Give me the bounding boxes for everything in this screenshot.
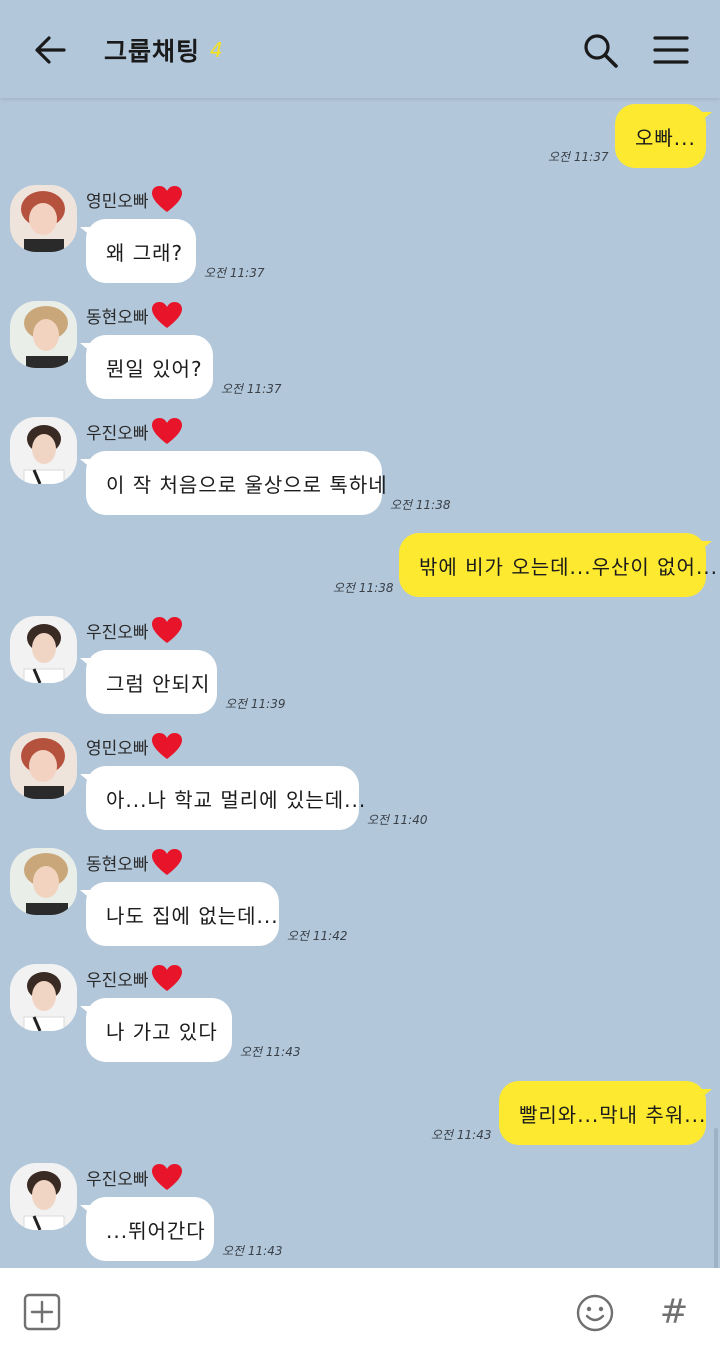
search-icon[interactable] [580, 30, 620, 70]
message-text: 나 가고 있다 [106, 1019, 218, 1044]
message-text: ...뛰어간다 [106, 1218, 206, 1243]
message-text: 그럼 안되지 [106, 671, 211, 696]
other-message-bubble[interactable]: 이 작 처음으로 울상으로 톡하네 [80, 451, 387, 515]
message-time: 오전 11:43 [222, 1244, 283, 1258]
sender-name-text: 우진오빠 [86, 423, 149, 444]
heart-icon [151, 733, 182, 759]
other-message-bubble[interactable]: 나도 집에 없는데... [80, 882, 279, 946]
avatar-woojin[interactable] [10, 417, 77, 484]
heart-icon [151, 418, 182, 444]
chat-area[interactable]: 오빠... 오전 11:37 영민오빠 왜 그래? 오전 11:37 동현오빠 … [0, 98, 720, 1354]
emoticon-icon[interactable] [574, 1292, 616, 1334]
menu-icon[interactable] [651, 30, 691, 70]
back-arrow-icon[interactable] [30, 30, 70, 70]
sender-name-text: 우진오빠 [86, 970, 149, 991]
heart-icon [151, 1164, 182, 1190]
message-time: 오전 11:38 [333, 581, 394, 595]
my-message-bubble[interactable]: 밖에 비가 오는데...우산이 없어... [399, 533, 717, 597]
avatar-donghyun[interactable] [10, 848, 77, 915]
sender-name: 동현오빠 [86, 849, 183, 875]
message-time: 오전 11:42 [287, 929, 348, 943]
sender-name: 우진오빠 [86, 418, 183, 444]
avatar-woojin[interactable] [10, 964, 77, 1031]
avatar-youngmin[interactable] [10, 732, 77, 799]
message-text: 밖에 비가 오는데...우산이 없어... [419, 554, 719, 579]
message-time: 오전 11:43 [240, 1045, 301, 1059]
message-text: 빨리와...막내 추워... [519, 1102, 707, 1127]
heart-icon [151, 965, 182, 991]
other-message-bubble[interactable]: 그럼 안되지 [80, 650, 217, 714]
message-text: 아...나 학교 멀리에 있는데... [106, 787, 367, 812]
heart-icon [151, 186, 182, 212]
avatar-youngmin[interactable] [10, 185, 77, 252]
other-message-bubble[interactable]: 아...나 학교 멀리에 있는데... [80, 766, 365, 830]
input-bar: # [0, 1268, 720, 1354]
chat-title: 그룹채팅 [104, 37, 201, 66]
chat-header: 그룹채팅 4 [0, 0, 720, 98]
avatar-woojin[interactable] [10, 616, 77, 683]
other-message-bubble[interactable]: 나 가고 있다 [80, 998, 232, 1062]
sender-name-text: 동현오빠 [86, 307, 149, 328]
other-message-bubble[interactable]: 왜 그래? [80, 219, 196, 283]
sender-name: 우진오빠 [86, 965, 183, 991]
message-time: 오전 11:37 [548, 150, 609, 164]
message-time: 오전 11:37 [221, 382, 282, 396]
sender-name-text: 영민오빠 [86, 191, 149, 212]
message-text: 뭔일 있어? [106, 356, 203, 381]
my-message-bubble[interactable]: 빨리와...막내 추워... [499, 1081, 712, 1145]
message-text: 왜 그래? [106, 240, 184, 265]
my-message-bubble[interactable]: 오빠... [615, 104, 712, 168]
sender-name-text: 우진오빠 [86, 622, 149, 643]
avatar-woojin[interactable] [10, 1163, 77, 1230]
other-message-bubble[interactable]: ...뛰어간다 [80, 1197, 214, 1261]
sender-name: 동현오빠 [86, 302, 183, 328]
message-time: 오전 11:37 [204, 266, 265, 280]
message-text: 오빠... [635, 125, 696, 150]
message-time: 오전 11:39 [225, 697, 286, 711]
chat-title-group: 그룹채팅 4 [104, 28, 223, 72]
hashtag-search-icon[interactable]: # [654, 1290, 694, 1334]
heart-icon [151, 617, 182, 643]
message-text: 나도 집에 없는데... [106, 903, 279, 928]
other-message-bubble[interactable]: 뭔일 있어? [80, 335, 213, 399]
sender-name-text: 우진오빠 [86, 1169, 149, 1190]
sender-name: 영민오빠 [86, 733, 183, 759]
heart-icon [151, 849, 182, 875]
add-attachment-icon[interactable] [22, 1292, 62, 1332]
message-time: 오전 11:38 [390, 498, 451, 512]
avatar-donghyun[interactable] [10, 301, 77, 368]
sender-name: 영민오빠 [86, 186, 183, 212]
sender-name-text: 동현오빠 [86, 854, 149, 875]
sender-name-text: 영민오빠 [86, 738, 149, 759]
sender-name: 우진오빠 [86, 617, 183, 643]
message-text: 이 작 처음으로 울상으로 톡하네 [106, 472, 388, 497]
heart-icon [151, 302, 182, 328]
message-time: 오전 11:40 [367, 813, 428, 827]
sender-name: 우진오빠 [86, 1164, 183, 1190]
message-time: 오전 11:43 [431, 1128, 492, 1142]
member-count: 4 [210, 38, 223, 62]
